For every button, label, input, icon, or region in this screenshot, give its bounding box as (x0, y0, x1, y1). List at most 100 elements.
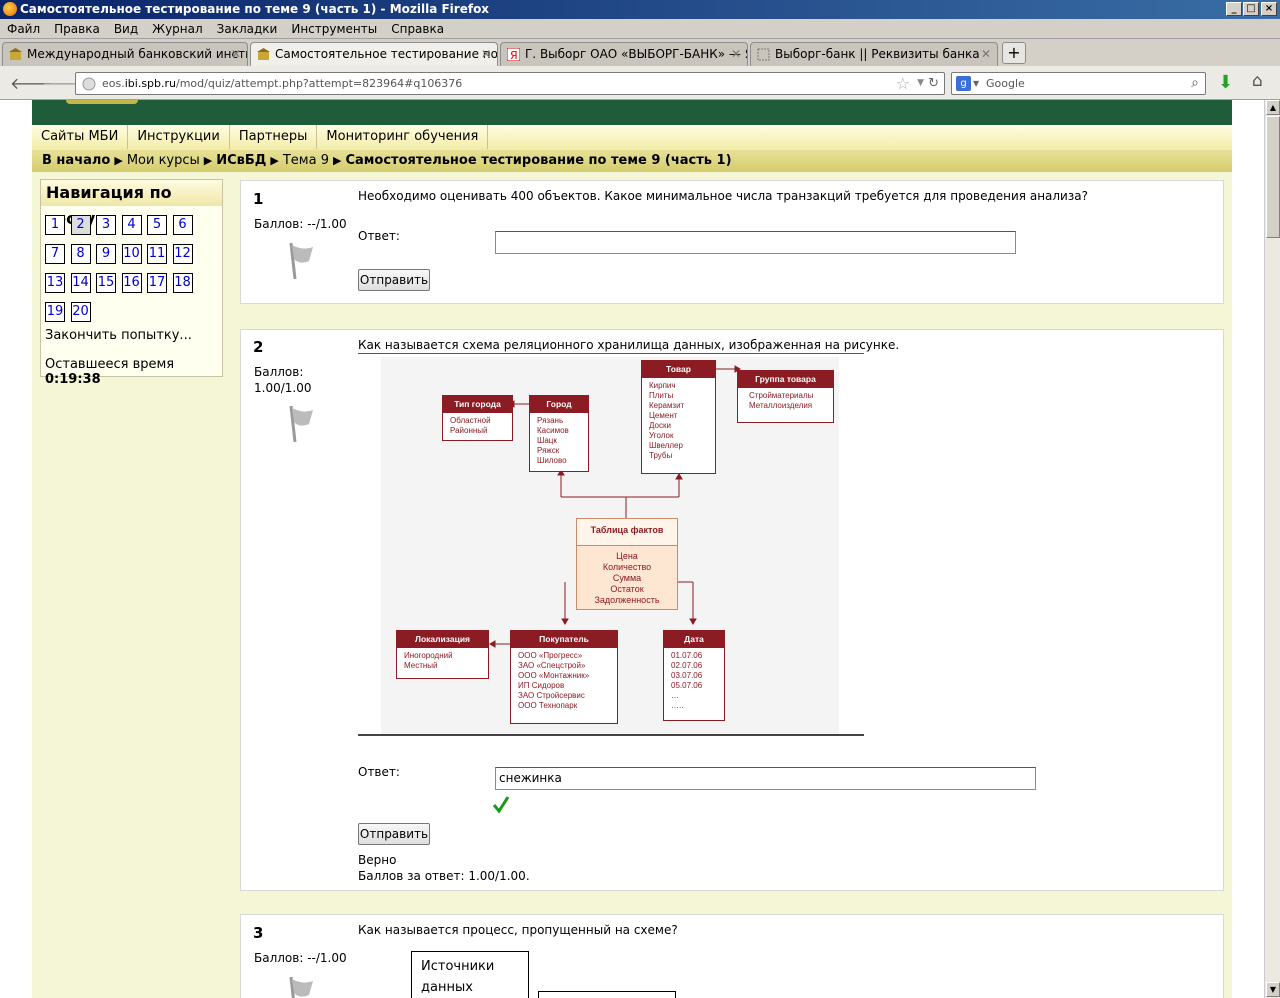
scroll-thumb[interactable] (1266, 116, 1280, 238)
answer-input[interactable]: снежинка (495, 767, 1036, 790)
menu-tools[interactable]: Инструменты (284, 19, 384, 39)
table-item: ….. (671, 701, 684, 710)
tab-2[interactable]: Самостоятельное тестирование по те... ✕ (250, 42, 498, 67)
question-3: 3 Баллов: --/1.00 Как называется процесс… (240, 914, 1224, 998)
quiz-navigation-block: Навигация по тесту 123456789101112131415… (40, 179, 223, 387)
tabbar: Международный банковский институт ✕ Само… (0, 40, 1280, 67)
quiz-nav-button-11[interactable]: 11 (147, 244, 167, 264)
box-line: Источники (421, 959, 495, 974)
close-button[interactable]: × (1261, 2, 1277, 16)
quiz-nav-button-7[interactable]: 7 (45, 244, 65, 264)
fact-table: Таблица фактов Цена Количество Сумма Остаток… (576, 518, 678, 610)
minimize-button[interactable]: _ (1226, 2, 1242, 16)
table-title: Таблица фактов (577, 519, 677, 546)
finish-attempt-link[interactable]: Закончить попытку... (45, 328, 192, 343)
tab-3[interactable]: Я Г. Выборг ОАО «ВЫБОРГ-БАНК» — Янд... ✕ (500, 42, 748, 66)
menu-help[interactable]: Справка (384, 19, 451, 39)
search-input[interactable]: g ▼ Google ⌕ (951, 72, 1206, 95)
table-items: Кирпич Плиты Керамзит Цемент Доски Уголок Швел… (642, 378, 715, 461)
table-title: Дата (664, 631, 724, 648)
menu-edit[interactable]: Правка (47, 19, 107, 39)
quiz-nav-button-10[interactable]: 10 (121, 244, 142, 264)
flag-icon[interactable] (285, 241, 315, 281)
quiz-nav-button-8[interactable]: 8 (70, 244, 91, 264)
quiz-nav-button-15[interactable]: 15 (96, 273, 116, 293)
table-item: Швеллер (649, 441, 683, 450)
crumb-course[interactable]: ИСвБД (216, 153, 266, 168)
menu-view[interactable]: Вид (107, 19, 145, 39)
quiz-nav-button-4[interactable]: 4 (121, 215, 142, 235)
download-icon[interactable]: ⬇ (1218, 72, 1233, 93)
quiz-nav-button-18[interactable]: 18 (172, 273, 193, 293)
quiz-nav-button-3[interactable]: 3 (96, 215, 116, 235)
table-title: Покупатель (511, 631, 617, 648)
quiz-nav-button-14[interactable]: 14 (70, 273, 91, 293)
table-item: ООО Технопарк (518, 701, 578, 710)
top-menu: Сайты МБИ Инструкции Партнеры Мониторинг об… (32, 125, 1232, 150)
crumb-topic[interactable]: Тема 9 (283, 153, 329, 168)
site-header (32, 100, 1232, 125)
new-tab-button[interactable]: + (1002, 42, 1026, 64)
vertical-scrollbar[interactable]: ▲ ▼ (1264, 100, 1280, 998)
menu-bookmarks[interactable]: Закладки (210, 19, 285, 39)
menu-sites[interactable]: Сайты МБИ (32, 125, 129, 149)
submit-button[interactable]: Отправить (358, 269, 430, 291)
quiz-nav-button-1[interactable]: 1 (45, 215, 65, 235)
url-input[interactable]: eos.ibi.spb.ru/mod/quiz/attempt.php?atte… (75, 72, 945, 95)
institute-icon (9, 48, 22, 60)
close-icon[interactable]: ✕ (981, 43, 991, 66)
table-item: Металлоизделия (749, 401, 813, 410)
institute-icon (257, 48, 270, 60)
crumb-courses[interactable]: Мои курсы (127, 153, 200, 168)
crumb-current: Самостоятельное тестирование по теме 9 (… (345, 153, 732, 168)
svg-text:Я: Я (510, 49, 518, 61)
menu-partners[interactable]: Партнеры (230, 125, 318, 149)
quiz-nav-button-6[interactable]: 6 (172, 215, 193, 235)
submit-button[interactable]: Отправить (358, 823, 430, 845)
table-item: Областной (450, 416, 491, 425)
answer-input[interactable] (495, 231, 1016, 254)
quiz-nav-button-9[interactable]: 9 (96, 244, 116, 264)
table-data: Дата 01.07.06 02.07.06 03.07.06 05.07.06…….. (663, 630, 725, 721)
crumb-arrow-icon: ▶ (332, 154, 342, 167)
quiz-nav-button-20[interactable]: 20 (70, 302, 91, 322)
scroll-down-icon[interactable]: ▼ (1266, 982, 1280, 997)
close-icon[interactable]: ✕ (731, 43, 741, 66)
maximize-button[interactable]: □ (1243, 2, 1259, 16)
quiz-nav-button-17[interactable]: 17 (147, 273, 167, 293)
star-icon[interactable]: ☆ (896, 73, 910, 94)
flag-icon[interactable] (285, 975, 315, 998)
mark-text: Баллов за ответ: 1.00/1.00. (358, 869, 530, 883)
quiz-nav-button-2[interactable]: 2 (70, 215, 91, 235)
table-item: 05.07.06 (671, 681, 703, 690)
tab-label: Самостоятельное тестирование по те... (275, 47, 498, 61)
dropdown-icon[interactable]: ▼ (917, 73, 924, 94)
home-icon[interactable]: ⌂ (1252, 71, 1263, 91)
question-2: 2 Баллов: 1.00/1.00 Как называется схема… (240, 329, 1224, 891)
menu-history[interactable]: Журнал (145, 19, 210, 39)
question-text: Как называется процесс, пропущенный на с… (358, 923, 678, 937)
search-icon[interactable]: ⌕ (1191, 73, 1199, 94)
tab-4[interactable]: Выборг-банк || Реквизиты банка ✕ (750, 42, 998, 66)
quiz-nav-button-5[interactable]: 5 (147, 215, 167, 235)
close-icon[interactable]: ✕ (481, 43, 491, 66)
tab-1[interactable]: Международный банковский институт ✕ (2, 42, 248, 66)
menu-instructions[interactable]: Инструкции (128, 125, 230, 149)
crumb-home[interactable]: В начало (42, 153, 110, 168)
close-icon[interactable]: ✕ (231, 43, 241, 66)
menu-monitoring[interactable]: Мониторинг обучения (317, 125, 489, 149)
quiz-nav-button-12[interactable]: 12 (172, 244, 193, 264)
table-item: Количество (602, 562, 652, 572)
reload-icon[interactable]: ↻ (928, 73, 939, 94)
quiz-nav-button-16[interactable]: 16 (121, 273, 142, 293)
question-grade-label: Баллов: (254, 365, 304, 379)
quiz-nav-button-13[interactable]: 13 (45, 273, 65, 293)
table-item: Кирпич (649, 381, 676, 390)
scroll-up-icon[interactable]: ▲ (1266, 100, 1280, 115)
menu-file[interactable]: Файл (0, 19, 47, 39)
dropdown-icon[interactable]: ▼ (973, 73, 979, 94)
table-gorod: Город Рязань Касимов Шацк Ряжск Шилово (529, 395, 589, 472)
quiz-nav-button-19[interactable]: 19 (45, 302, 65, 322)
google-icon[interactable]: g (956, 76, 971, 91)
flag-icon[interactable] (285, 404, 315, 444)
